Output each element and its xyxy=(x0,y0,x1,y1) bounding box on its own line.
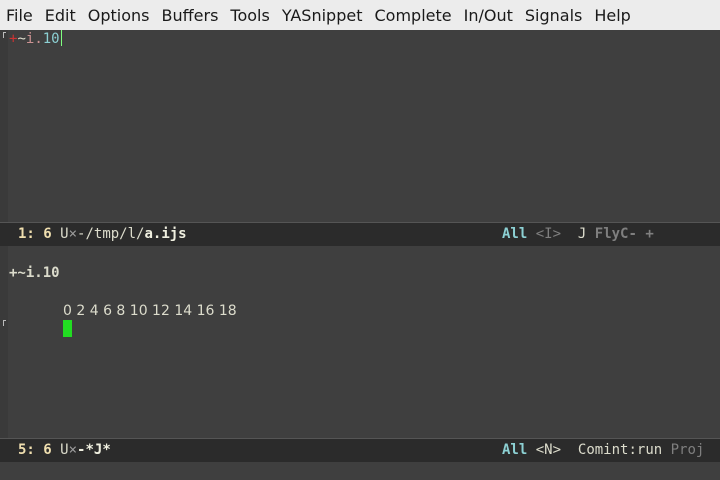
menu-edit[interactable]: Edit xyxy=(45,6,76,25)
evil-state: <I> xyxy=(535,226,562,242)
left-fringe xyxy=(0,30,8,222)
major-mode[interactable]: Comint:run xyxy=(578,442,662,458)
block-cursor xyxy=(63,320,72,337)
token-dot: . xyxy=(34,31,43,47)
repl-output-line: 0 2 4 6 8 10 12 14 16 18 xyxy=(63,303,237,319)
menu-buffers[interactable]: Buffers xyxy=(162,6,219,25)
modified-indicator: × xyxy=(68,442,78,458)
menu-help[interactable]: Help xyxy=(594,6,630,25)
menu-options[interactable]: Options xyxy=(88,6,150,25)
left-fringe-bottom xyxy=(0,246,8,438)
mode-line-top[interactable]: 1: 6 U × -/tmp/l/a.ijs All <I> J FlyC- + xyxy=(0,222,720,246)
menu-complete[interactable]: Complete xyxy=(374,6,451,25)
token-number: 10 xyxy=(42,31,60,47)
echo-area[interactable] xyxy=(0,462,720,480)
buffer-prefix: - xyxy=(77,442,86,458)
major-mode[interactable]: J xyxy=(578,226,586,242)
buffer-name[interactable]: a.ijs xyxy=(144,226,186,242)
code-line[interactable]: +~i.10 xyxy=(9,30,62,48)
modified-indicator: × xyxy=(68,226,78,242)
text-cursor xyxy=(60,30,62,46)
menu-yasnippet[interactable]: YASnippet xyxy=(282,6,363,25)
encoding-indicator: U xyxy=(60,442,69,458)
menu-in-out[interactable]: In/Out xyxy=(464,6,513,25)
minor-modes[interactable]: Proj xyxy=(671,442,705,458)
evil-state: <N> xyxy=(535,442,562,458)
menu-bar: File Edit Options Buffers Tools YASnippe… xyxy=(0,0,720,30)
scroll-position: All xyxy=(502,442,528,458)
repl-input-line: +~i.10 xyxy=(9,265,60,281)
fringe-bracket-icon xyxy=(3,320,6,326)
editor-window-top[interactable]: +~i.10 xyxy=(0,30,720,222)
mode-line-bottom[interactable]: 5: 6 U × - *J* All <N> Comint:run Proj xyxy=(0,438,720,462)
emacs-frame: File Edit Options Buffers Tools YASnippe… xyxy=(0,0,720,480)
file-path: -/tmp/l/ xyxy=(77,226,145,242)
line-column: 5: 6 xyxy=(18,442,52,458)
scroll-position: All xyxy=(502,226,528,242)
menu-tools[interactable]: Tools xyxy=(230,6,269,25)
token-tilde: ~ xyxy=(17,31,26,47)
menu-signals[interactable]: Signals xyxy=(525,6,582,25)
fringe-bracket-icon xyxy=(3,32,6,38)
buffer-name[interactable]: *J* xyxy=(85,442,110,458)
line-column: 1: 6 xyxy=(18,226,52,242)
minor-modes[interactable]: FlyC- + xyxy=(595,226,654,242)
encoding-indicator: U xyxy=(60,226,69,242)
menu-file[interactable]: File xyxy=(6,6,33,25)
repl-window[interactable]: +~i.10 0 2 4 6 8 10 12 14 16 18 xyxy=(0,246,720,438)
